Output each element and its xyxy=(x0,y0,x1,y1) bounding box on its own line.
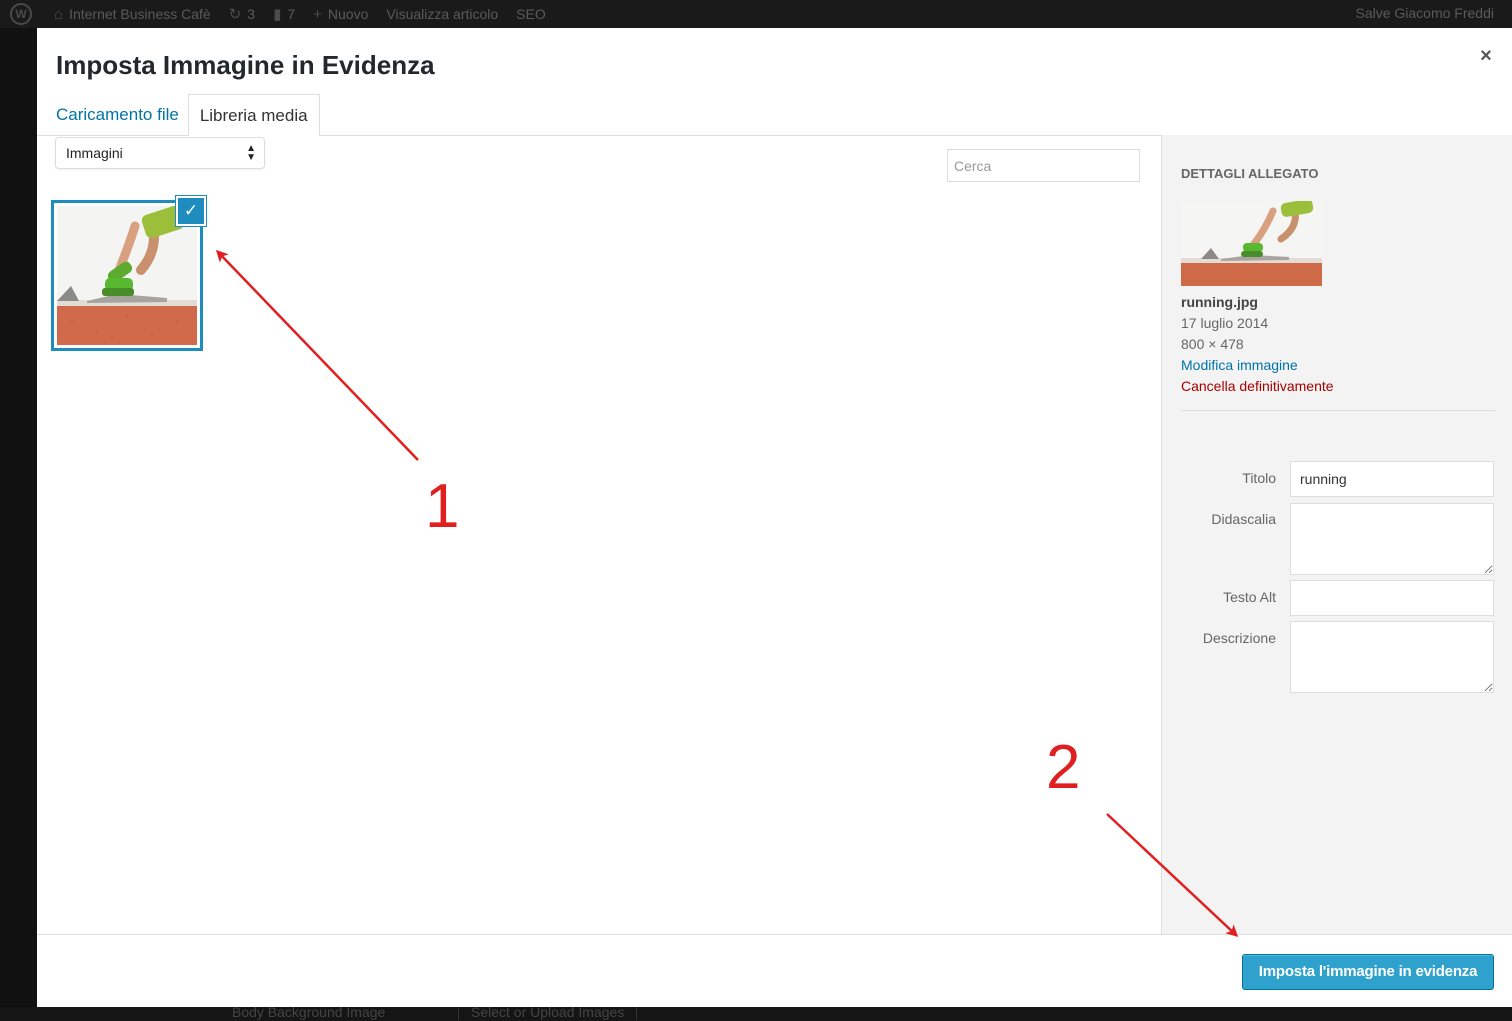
media-modal: Imposta Immagine in Evidenza × Caricamen… xyxy=(37,28,1512,1007)
attachment-dimensions: 800 × 478 xyxy=(1181,336,1244,352)
admin-bar-comments[interactable]: ▮ 7 xyxy=(273,5,295,23)
admin-bar-account[interactable]: Salve Giacomo Freddi xyxy=(1355,5,1494,21)
caption-field[interactable] xyxy=(1290,503,1494,575)
updates-icon: ↻ xyxy=(228,6,242,23)
updates-count: 3 xyxy=(247,6,256,22)
backdrop-left-edge xyxy=(0,28,37,1021)
site-name: Internet Business Cafè xyxy=(69,6,211,22)
comment-icon: ▮ xyxy=(273,6,282,23)
greeting-text: Salve Giacomo Freddi xyxy=(1355,5,1494,21)
backdrop-page-content: Body Background Image Select or Upload I… xyxy=(0,1007,1512,1021)
select-arrows-icon: ▲ ▼ xyxy=(246,143,256,163)
admin-bar-new[interactable]: + Nuovo xyxy=(313,6,368,23)
search-input[interactable] xyxy=(947,149,1140,182)
set-featured-image-button[interactable]: Imposta l'immagine in evidenza xyxy=(1242,954,1494,990)
new-label: Nuovo xyxy=(327,6,369,22)
tab-upload-files[interactable]: Caricamento file xyxy=(47,94,188,136)
alt-text-label: Testo Alt xyxy=(1223,589,1276,605)
admin-bar-seo[interactable]: SEO xyxy=(516,6,546,22)
admin-bar: W ⌂ Internet Business Cafè ↻ 3 ▮ 7 + Nuo… xyxy=(0,0,1512,28)
running-thumbnail-image xyxy=(57,206,197,345)
home-icon: ⌂ xyxy=(54,5,64,23)
attachment-details-heading: DETTAGLI ALLEGATO xyxy=(1181,166,1319,181)
description-field[interactable] xyxy=(1290,621,1494,693)
alt-text-field[interactable] xyxy=(1290,580,1494,616)
attachment-date: 17 luglio 2014 xyxy=(1181,315,1269,331)
close-icon[interactable]: × xyxy=(1474,44,1498,68)
sidebar-divider xyxy=(1181,410,1495,411)
filter-select-value: Immagini xyxy=(66,145,123,161)
admin-bar-site[interactable]: ⌂ Internet Business Cafè xyxy=(54,6,211,23)
plus-icon: + xyxy=(313,5,322,23)
admin-bar-updates[interactable]: ↻ 3 xyxy=(229,5,255,23)
seo-label: SEO xyxy=(516,6,546,22)
description-label: Descrizione xyxy=(1202,630,1276,646)
modal-tabs: Caricamento file Libreria media xyxy=(47,94,320,136)
view-post-label: Visualizza articolo xyxy=(386,6,499,22)
comments-count: 7 xyxy=(287,6,296,22)
background-image-label: Body Background Image xyxy=(232,1007,386,1020)
caption-label: Didascalia xyxy=(1211,511,1276,527)
media-type-filter[interactable]: Immagini ▲ ▼ xyxy=(55,137,265,169)
checkmark-icon[interactable]: ✓ xyxy=(176,196,206,226)
modal-footer-divider xyxy=(37,934,1512,935)
background-upload-button: Select or Upload Images xyxy=(458,1007,638,1020)
edit-image-link[interactable]: Modifica immagine xyxy=(1181,355,1334,376)
title-field[interactable] xyxy=(1290,461,1494,497)
attachment-info: running.jpg 17 luglio 2014 800 × 478 Mod… xyxy=(1181,292,1334,397)
attachment-details-sidebar: DETTAGLI ALLEGATO running.jpg 17 luglio … xyxy=(1161,135,1512,935)
attachment-thumbnail[interactable]: ✓ xyxy=(51,196,206,351)
attachment-preview-image xyxy=(1181,201,1322,286)
tab-media-library[interactable]: Libreria media xyxy=(187,94,320,136)
modal-title: Imposta Immagine in Evidenza xyxy=(56,50,435,80)
wordpress-logo-icon[interactable]: W xyxy=(10,3,32,25)
title-label: Titolo xyxy=(1242,470,1276,486)
delete-permanently-link[interactable]: Cancella definitivamente xyxy=(1181,376,1334,397)
attachment-filename: running.jpg xyxy=(1181,294,1258,310)
admin-bar-view-post[interactable]: Visualizza articolo xyxy=(386,6,498,22)
